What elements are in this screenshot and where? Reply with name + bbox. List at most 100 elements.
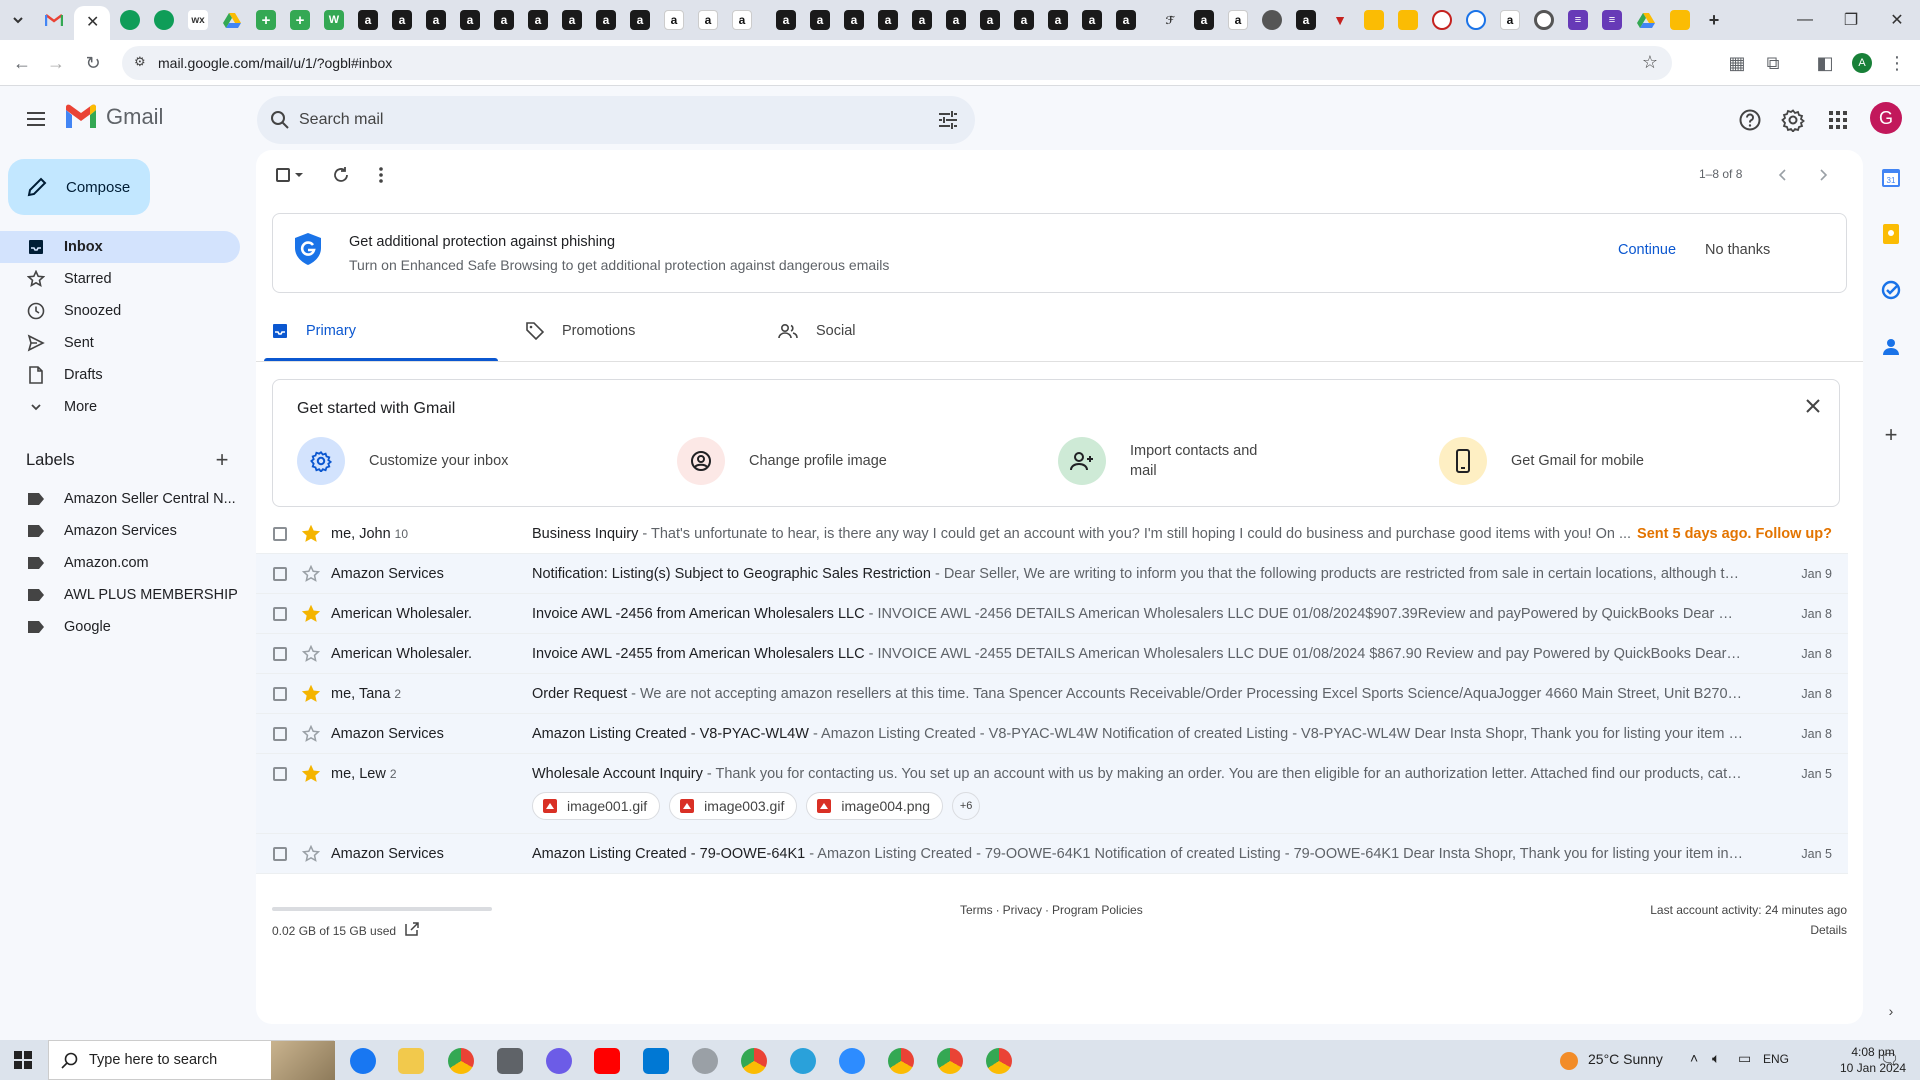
- nav-item-more[interactable]: More: [0, 391, 240, 423]
- email-row[interactable]: me, John 10 Business Inquiry - That's unfo…: [256, 514, 1848, 554]
- label-item[interactable]: AWL PLUS MEMBERSHIP: [0, 579, 240, 611]
- amazon-tab-icon[interactable]: [1082, 10, 1102, 30]
- tasks-icon[interactable]: [1880, 279, 1902, 301]
- reload-icon[interactable]: ↻: [80, 50, 106, 76]
- email-row[interactable]: American Wholesaler. Invoice AWL -2456 fr…: [256, 594, 1848, 634]
- email-row[interactable]: Amazon Services Amazon Listing Created - …: [256, 834, 1848, 874]
- tab-icon[interactable]: W: [324, 10, 344, 30]
- amazon-tab-icon[interactable]: [392, 10, 412, 30]
- star-icon[interactable]: [302, 845, 320, 863]
- close-tab-icon[interactable]: ✕: [86, 12, 99, 32]
- amazon-tab-icon[interactable]: [1014, 10, 1034, 30]
- notifications-icon[interactable]: 🗨︎: [1880, 1050, 1899, 1068]
- star-icon[interactable]: [302, 645, 320, 663]
- active-tab[interactable]: ✕: [74, 6, 110, 40]
- amazon-tab-icon[interactable]: [1194, 10, 1214, 30]
- amazon-tab-icon[interactable]: [912, 10, 932, 30]
- nav-item-starred[interactable]: Starred: [0, 263, 240, 295]
- star-icon[interactable]: [302, 565, 320, 583]
- facebook-icon[interactable]: [350, 1048, 376, 1074]
- amazon-tab-icon[interactable]: [596, 10, 616, 30]
- hide-side-panel-icon[interactable]: ›: [1880, 1000, 1902, 1022]
- attachment-chip[interactable]: image003.gif: [669, 792, 798, 820]
- tab-icon[interactable]: [1432, 10, 1452, 30]
- app-icon[interactable]: [692, 1048, 718, 1074]
- row-checkbox[interactable]: [273, 567, 287, 581]
- tab-icon[interactable]: [1262, 10, 1282, 30]
- zoom-icon[interactable]: [839, 1048, 865, 1074]
- tab-icon[interactable]: wx: [188, 10, 208, 30]
- amazon-tab-icon[interactable]: [494, 10, 514, 30]
- nav-item-inbox[interactable]: Inbox: [0, 231, 240, 263]
- site-info-icon[interactable]: ⚙: [134, 54, 146, 70]
- row-checkbox[interactable]: [273, 727, 287, 741]
- label-item[interactable]: Google: [0, 611, 240, 643]
- row-checkbox[interactable]: [273, 767, 287, 781]
- amazon-tab-icon[interactable]: [980, 10, 1000, 30]
- select-dropdown-icon[interactable]: [292, 164, 306, 186]
- sheets-tab-icon[interactable]: +: [256, 10, 276, 30]
- star-filled-icon[interactable]: [302, 765, 320, 783]
- chrome-profile-icon[interactable]: [986, 1048, 1012, 1074]
- amazon-tab-icon[interactable]: [1116, 10, 1136, 30]
- label-item[interactable]: Amazon Seller Central N...: [0, 483, 240, 515]
- close-icon[interactable]: [1803, 396, 1823, 416]
- row-checkbox[interactable]: [273, 607, 287, 621]
- amazon-tab-icon[interactable]: [528, 10, 548, 30]
- tray-chevron-up-icon[interactable]: ˄: [1690, 1050, 1698, 1066]
- amazon-tab-icon[interactable]: [358, 10, 378, 30]
- url-text[interactable]: mail.google.com/mail/u/1/?ogbl#inbox: [158, 55, 392, 71]
- drive-tab-icon[interactable]: [1636, 10, 1656, 30]
- omnibox[interactable]: ⚙ mail.google.com/mail/u/1/?ogbl#inbox ☆: [122, 46, 1672, 80]
- new-tab-icon[interactable]: +: [1704, 10, 1724, 30]
- chrome-profile-icon[interactable]: [888, 1048, 914, 1074]
- drive-tab-icon[interactable]: [222, 10, 242, 30]
- no-thanks-button[interactable]: No thanks: [1705, 242, 1770, 258]
- file-explorer-icon[interactable]: [398, 1048, 424, 1074]
- volume-icon[interactable]: 🔈︎: [1712, 1050, 1720, 1067]
- nav-item-snoozed[interactable]: Snoozed: [0, 295, 240, 327]
- weather-text[interactable]: 25°C Sunny: [1588, 1051, 1663, 1067]
- amazon-tab-icon[interactable]: [664, 10, 684, 30]
- privacy-link[interactable]: Privacy: [1003, 903, 1042, 917]
- amazon-tab-icon[interactable]: [844, 10, 864, 30]
- sheets-tab-icon[interactable]: +: [290, 10, 310, 30]
- star-icon[interactable]: [302, 725, 320, 743]
- older-page-icon[interactable]: [1812, 164, 1834, 186]
- email-row[interactable]: American Wholesaler. Invoice AWL -2455 fr…: [256, 634, 1848, 674]
- amazon-tab-icon[interactable]: [878, 10, 898, 30]
- tab-icon[interactable]: ▼: [1330, 10, 1350, 30]
- amazon-tab-icon[interactable]: [1296, 10, 1316, 30]
- profile-avatar-icon[interactable]: A: [1849, 50, 1875, 76]
- gmail-logo[interactable]: Gmail: [64, 104, 163, 130]
- amazon-tab-icon[interactable]: [732, 10, 752, 30]
- label-item[interactable]: Amazon.com: [0, 547, 240, 579]
- email-row[interactable]: Amazon Services Notification: Listing(s) …: [256, 554, 1848, 594]
- amazon-tab-icon[interactable]: [946, 10, 966, 30]
- close-window-icon[interactable]: ✕: [1874, 0, 1920, 40]
- row-checkbox[interactable]: [273, 687, 287, 701]
- follow-up-nudge[interactable]: Sent 5 days ago. Follow up?: [1637, 526, 1832, 542]
- tab-icon[interactable]: [1670, 10, 1690, 30]
- tab-icon[interactable]: [120, 10, 140, 30]
- tab-icon[interactable]: [154, 10, 174, 30]
- tab-search-icon[interactable]: [8, 10, 28, 30]
- amazon-tab-icon[interactable]: [460, 10, 480, 30]
- newer-page-icon[interactable]: [1772, 164, 1794, 186]
- add-addon-icon[interactable]: +: [1880, 422, 1902, 447]
- amazon-tab-icon[interactable]: [562, 10, 582, 30]
- star-filled-icon[interactable]: [302, 525, 320, 543]
- continue-button[interactable]: Continue: [1618, 242, 1676, 258]
- details-link[interactable]: Details: [1810, 923, 1847, 937]
- amazon-tab-icon[interactable]: [776, 10, 796, 30]
- app-icon[interactable]: [546, 1048, 572, 1074]
- import-contacts-item[interactable]: Import contacts and mail: [1058, 437, 1270, 485]
- chrome-profile-icon[interactable]: [937, 1048, 963, 1074]
- contacts-icon[interactable]: [1880, 335, 1902, 357]
- taskbar-search[interactable]: Type here to search: [48, 1040, 335, 1080]
- keep-icon[interactable]: [1880, 223, 1902, 245]
- side-panel-icon[interactable]: ◧: [1812, 50, 1838, 76]
- star-filled-icon[interactable]: [302, 605, 320, 623]
- add-label-icon[interactable]: +: [212, 449, 232, 471]
- browser-menu-icon[interactable]: ⋮: [1884, 50, 1910, 76]
